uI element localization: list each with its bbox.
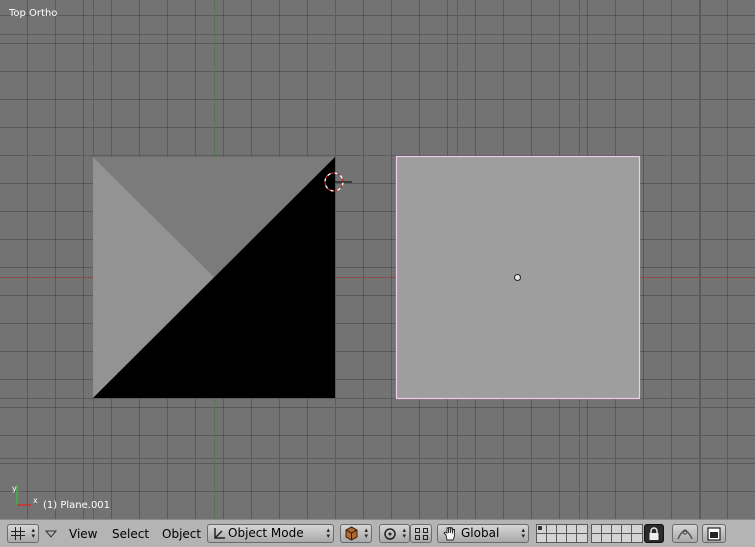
mode-label: Object Mode xyxy=(228,526,304,540)
object-menu[interactable]: Object xyxy=(162,527,201,541)
select-menu[interactable]: Select xyxy=(112,527,149,541)
layer-grid-icon[interactable] xyxy=(591,524,643,547)
object-mode-icon xyxy=(214,528,225,539)
svg-text:y: y xyxy=(12,484,17,493)
proportional-edit-icon xyxy=(677,529,693,540)
updown-arrows-icon: ▴ ▾ xyxy=(521,526,525,540)
render-button[interactable] xyxy=(702,524,726,543)
selected-plane-object[interactable] xyxy=(395,155,641,400)
orientation-selector[interactable]: Global ▴ ▾ xyxy=(437,524,529,543)
proportional-edit-button[interactable] xyxy=(672,524,698,543)
updown-arrows-icon: ▴ ▾ xyxy=(31,526,35,540)
hand-icon xyxy=(443,527,455,541)
render-icon xyxy=(707,527,721,541)
lock-icon xyxy=(649,527,659,540)
viewport-header: ▴ ▾ View Select Object Object Mode ▴ ▾ ▴ ▾ … xyxy=(0,519,755,547)
updown-arrows-icon: ▴ ▾ xyxy=(364,526,368,540)
lock-button[interactable] xyxy=(644,524,664,543)
mode-selector[interactable]: Object Mode ▴ ▾ xyxy=(207,524,334,543)
updown-arrows-icon: ▴ ▾ xyxy=(326,526,330,540)
svg-text:x: x xyxy=(33,496,38,505)
object-origin-icon xyxy=(514,274,521,281)
3d-viewport[interactable]: x y Top Ortho (1) Plane.001 xyxy=(0,0,755,519)
draw-type-button[interactable]: ▴ ▾ xyxy=(340,524,372,543)
manipulator-button[interactable] xyxy=(410,524,432,543)
updown-arrows-icon: ▴ ▾ xyxy=(402,526,406,540)
cube-draw-icon xyxy=(345,526,358,541)
view-name-label: Top Ortho xyxy=(9,8,58,19)
orientation-label: Global xyxy=(461,526,500,540)
view-menu[interactable]: View xyxy=(69,527,97,541)
viewport-canvas: x y xyxy=(0,0,755,519)
triangle-down-icon[interactable] xyxy=(45,530,57,538)
layer-grid-icon[interactable] xyxy=(536,524,588,547)
manipulator-icon xyxy=(415,528,428,540)
object-info-label: (1) Plane.001 xyxy=(43,500,111,511)
axis-gizmo-icon: x y xyxy=(12,484,38,506)
editor-type-button[interactable]: ▴ ▾ xyxy=(7,524,39,543)
left-plane-object[interactable] xyxy=(93,157,335,398)
grid-icon xyxy=(11,527,25,540)
pivot-button[interactable]: ▴ ▾ xyxy=(379,524,410,543)
pivot-icon xyxy=(384,528,396,540)
